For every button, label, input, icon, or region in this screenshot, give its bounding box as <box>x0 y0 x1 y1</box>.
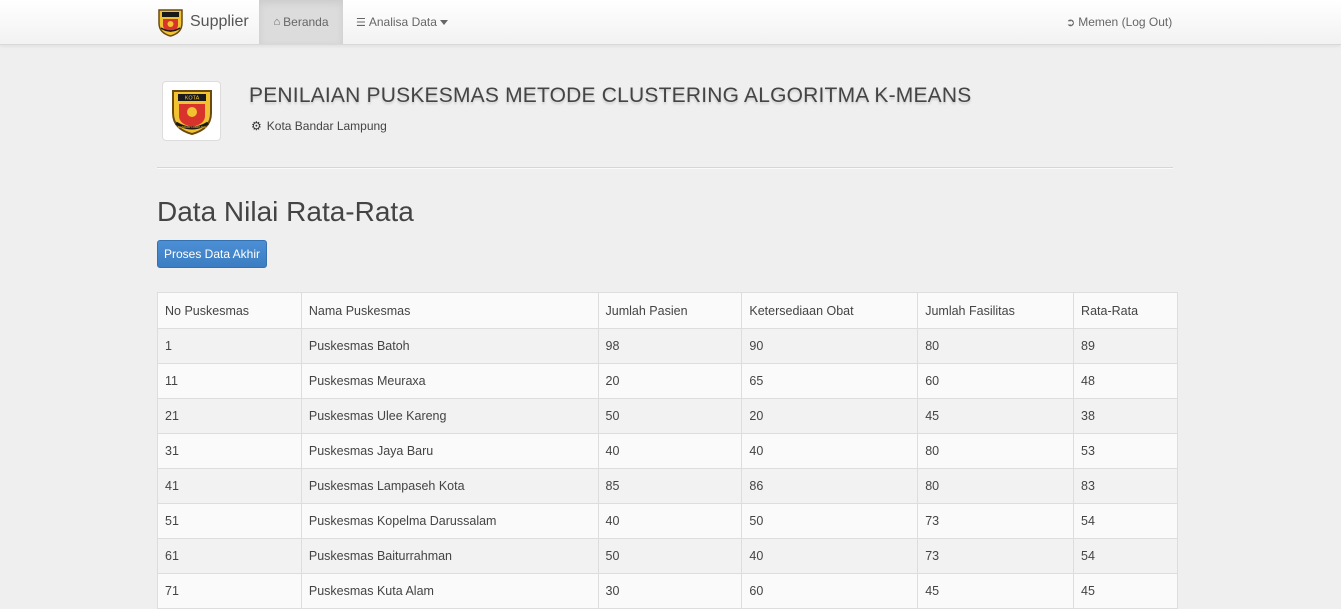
cell-obat: 20 <box>741 398 919 434</box>
cell-rata: 53 <box>1073 433 1178 469</box>
cell-nama: Puskesmas Ulee Kareng <box>300 398 599 434</box>
col-fasilitas: Jumlah Fasilitas <box>917 292 1075 329</box>
cell-pasien: 50 <box>597 538 743 574</box>
cell-no: 31 <box>157 433 302 469</box>
nav-analisa-dropdown[interactable]: ☰ Analisa Data <box>346 0 458 44</box>
cell-fasilitas: 80 <box>917 433 1075 469</box>
nav-beranda[interactable]: ⌂ Beranda <box>259 0 343 44</box>
cell-nama: Puskesmas Batoh <box>300 328 599 364</box>
col-no: No Puskesmas <box>157 292 302 329</box>
city-emblem-large-icon: KOTA BANDAR LAMPUNG <box>171 90 212 135</box>
logo-text-top: KOTA <box>184 96 199 102</box>
caret-down-icon <box>439 19 448 25</box>
nav-analisa-label: Analisa Data <box>368 15 437 29</box>
table-row: 31 Puskesmas Jaya Baru 40 40 80 53 <box>157 433 1178 469</box>
header-logo: KOTA BANDAR LAMPUNG <box>162 81 221 141</box>
cell-nama: Puskesmas Kuta Alam <box>300 573 599 609</box>
cell-nama: Puskesmas Baiturrahman <box>300 538 599 574</box>
cell-no: 61 <box>157 538 302 574</box>
cell-rata: 48 <box>1073 363 1178 399</box>
cell-rata: 38 <box>1073 398 1178 434</box>
list-icon: ☰ <box>356 16 366 29</box>
cell-rata: 45 <box>1073 573 1178 609</box>
cell-no: 21 <box>157 398 302 434</box>
cell-rata: 89 <box>1073 328 1178 364</box>
cell-fasilitas: 80 <box>917 328 1075 364</box>
table-row: 51 Puskesmas Kopelma Darussalam 40 50 73… <box>157 503 1178 539</box>
cell-obat: 60 <box>741 573 919 609</box>
navbar: Supplier ⌂ Beranda ☰ Analisa Data ➲ Meme… <box>0 0 1341 45</box>
cell-nama: Puskesmas Lampaseh Kota <box>300 468 599 504</box>
cell-no: 1 <box>157 328 302 364</box>
table-row: 61 Puskesmas Baiturrahman 50 40 73 54 <box>157 538 1178 574</box>
nav-logout-label: Memen (Log Out) <box>1078 15 1173 29</box>
table-row: 11 Puskesmas Meuraxa 20 65 60 48 <box>157 363 1178 399</box>
cell-rata: 54 <box>1073 503 1178 539</box>
col-obat: Ketersediaan Obat <box>741 292 919 329</box>
cell-obat: 40 <box>741 433 919 469</box>
logo-text-bottom: BANDAR LAMPUNG <box>177 125 206 129</box>
city-emblem-icon <box>158 9 183 37</box>
nav-logout[interactable]: ➲ Memen (Log Out) <box>1062 0 1176 44</box>
cell-fasilitas: 73 <box>917 538 1075 574</box>
cell-rata: 83 <box>1073 468 1178 504</box>
cell-obat: 90 <box>741 328 919 364</box>
table-row: 1 Puskesmas Batoh 98 90 80 89 <box>157 328 1178 364</box>
cell-no: 71 <box>157 573 302 609</box>
col-pasien: Jumlah Pasien <box>597 292 743 329</box>
table-row: 21 Puskesmas Ulee Kareng 50 20 45 38 <box>157 398 1178 434</box>
cell-obat: 86 <box>741 468 919 504</box>
divider <box>157 167 1173 169</box>
cell-obat: 50 <box>741 503 919 539</box>
cell-pasien: 98 <box>597 328 743 364</box>
cell-pasien: 40 <box>597 433 743 469</box>
cell-nama: Puskesmas Kopelma Darussalam <box>300 503 599 539</box>
cell-nama: Puskesmas Meuraxa <box>300 363 599 399</box>
cell-no: 11 <box>157 363 302 399</box>
table-row: 71 Puskesmas Kuta Alam 30 60 45 45 <box>157 573 1178 609</box>
nav-beranda-label: Beranda <box>283 15 329 29</box>
cell-fasilitas: 45 <box>917 398 1075 434</box>
subtitle-label: Kota Bandar Lampung <box>266 119 387 133</box>
cell-no: 41 <box>157 468 302 504</box>
cell-fasilitas: 73 <box>917 503 1075 539</box>
cell-obat: 40 <box>741 538 919 574</box>
data-table: No Puskesmas Nama Puskesmas Jumlah Pasie… <box>157 292 1178 609</box>
cell-obat: 65 <box>741 363 919 399</box>
table-row: 41 Puskesmas Lampaseh Kota 85 86 80 83 <box>157 468 1178 504</box>
section-title: Data Nilai Rata-Rata <box>157 196 414 227</box>
cell-no: 51 <box>157 503 302 539</box>
cell-pasien: 85 <box>597 468 743 504</box>
logout-icon: ➲ <box>1066 16 1076 29</box>
cell-fasilitas: 60 <box>917 363 1075 399</box>
cell-fasilitas: 45 <box>917 573 1075 609</box>
cell-rata: 54 <box>1073 538 1178 574</box>
brand-label: Supplier <box>190 13 249 30</box>
cell-pasien: 20 <box>597 363 743 399</box>
proses-data-akhir-button[interactable]: Proses Data Akhir <box>157 240 267 268</box>
home-icon: ⌂ <box>273 16 281 28</box>
col-rata: Rata-Rata <box>1073 292 1178 329</box>
gear-icon: ⚙ <box>251 119 262 133</box>
header-subtitle: ⚙ Kota Bandar Lampung <box>251 119 387 133</box>
cell-fasilitas: 80 <box>917 468 1075 504</box>
col-nama: Nama Puskesmas <box>300 292 599 329</box>
brand-link[interactable]: Supplier <box>157 7 249 37</box>
page-heading: PENILAIAN PUSKESMAS METODE CLUSTERING AL… <box>249 84 972 107</box>
cell-pasien: 50 <box>597 398 743 434</box>
table-header-row: No Puskesmas Nama Puskesmas Jumlah Pasie… <box>157 292 1178 329</box>
cell-pasien: 30 <box>597 573 743 609</box>
cell-nama: Puskesmas Jaya Baru <box>300 433 599 469</box>
cell-pasien: 40 <box>597 503 743 539</box>
